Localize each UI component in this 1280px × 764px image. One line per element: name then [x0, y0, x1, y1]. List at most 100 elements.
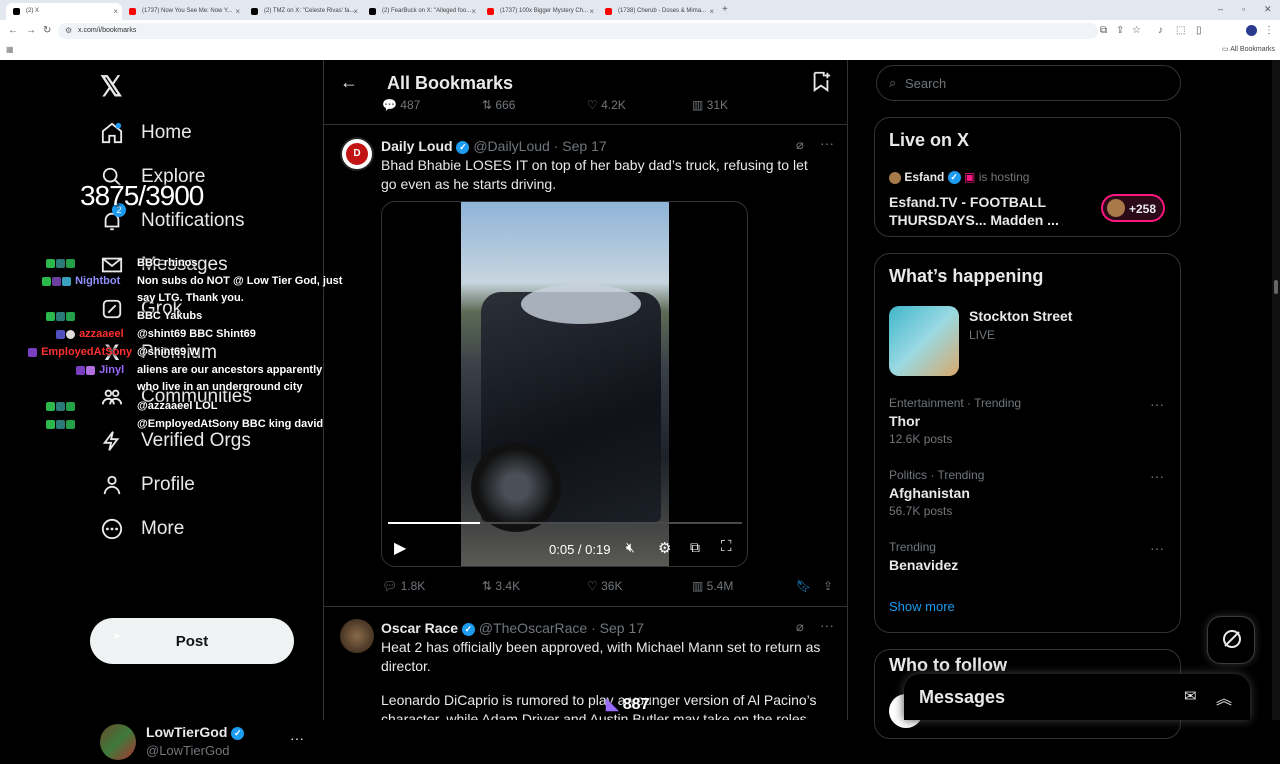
video-player[interactable]: ▶ 0:05 / 0:19 🔇︎ ⚙ ⧉ ⛶	[381, 201, 748, 567]
close-icon[interactable]: ×	[709, 7, 714, 16]
sidepanel-icon[interactable]: ▯	[1196, 25, 1202, 36]
live-event-item[interactable]: Stockton Street LIVE	[889, 306, 1169, 376]
tab-x-tmz[interactable]: (2) TMZ on X: "Celeste Rivas' fa... ×	[244, 3, 362, 20]
settings-gear-icon[interactable]: ⚙	[658, 539, 671, 557]
mute-icon[interactable]: 🔇︎	[626, 539, 635, 556]
nav-explore[interactable]: Explore	[100, 162, 205, 192]
media-icon[interactable]: ♪	[1158, 25, 1163, 36]
account-switcher[interactable]: LowTierGod ✓ @LowTierGod ···	[100, 720, 310, 764]
close-icon[interactable]: ×	[353, 7, 358, 16]
event-thumbnail	[889, 306, 959, 376]
tab-youtube-1[interactable]: (1737) Now You See Me: Now Y... ×	[122, 3, 244, 20]
share-icon[interactable]: ⇪	[823, 579, 833, 593]
reload-icon[interactable]: ↻	[43, 25, 51, 36]
repost-button[interactable]: ⇅ 666	[482, 98, 515, 112]
play-icon[interactable]: ▶	[394, 538, 406, 558]
new-tab-button[interactable]: +	[722, 4, 728, 15]
event-status: LIVE	[969, 328, 996, 342]
expand-up-icon[interactable]: ︽	[1216, 685, 1232, 709]
bell-icon: 2	[100, 203, 126, 233]
views-button[interactable]: ▥ 31K	[692, 98, 728, 112]
bookmark-filled-icon[interactable]: 🔖︎	[796, 579, 811, 593]
live-host-row[interactable]: Esfand ✓ ▣ is hosting	[889, 170, 1029, 185]
minimize-icon[interactable]: –	[1218, 4, 1223, 14]
back-arrow-icon[interactable]: ←	[8, 25, 18, 36]
show-more-link[interactable]: Show more	[889, 599, 955, 614]
x-logo-icon[interactable]: 𝕏	[100, 70, 123, 103]
page-scrollbar[interactable]	[1272, 60, 1280, 720]
nav-notifications[interactable]: 2 Notifications	[100, 203, 245, 236]
close-icon[interactable]: ×	[589, 7, 594, 16]
fullscreen-icon[interactable]: ⛶	[721, 538, 732, 555]
nav-premium[interactable]: X Premium	[100, 338, 217, 368]
grok-icon[interactable]: ⌀	[796, 137, 804, 153]
messages-drawer[interactable]: Messages ✉ ︽	[904, 674, 1250, 720]
more-dots-icon[interactable]: ···	[1150, 396, 1164, 412]
tab-x-fearbuck[interactable]: (2) FearBuck on X: "Alleged foo... ×	[362, 3, 480, 20]
pip-icon[interactable]: ⧉	[690, 539, 700, 556]
window-close-icon[interactable]: ✕	[1264, 4, 1272, 15]
extensions-icon[interactable]: ⬚	[1176, 25, 1185, 36]
nav-more[interactable]: More	[100, 514, 184, 544]
more-dots-icon[interactable]: ···	[1150, 468, 1164, 484]
nav-label: Grok	[141, 298, 183, 319]
nav-verified-orgs[interactable]: Verified Orgs	[100, 426, 251, 456]
profile-avatar[interactable]	[1246, 25, 1257, 36]
trend-item[interactable]: Politics · Trending Afghanistan 56.7K po…	[889, 468, 1169, 523]
bookmark-add-icon[interactable]	[810, 70, 832, 97]
youtube-favicon-icon	[129, 8, 136, 15]
close-icon[interactable]: ×	[113, 7, 118, 16]
tab-x-home[interactable]: (2) X ×	[6, 3, 122, 20]
install-icon[interactable]: ⧉	[1100, 25, 1107, 36]
views-button[interactable]: ▥ 5.4M	[692, 579, 733, 593]
forward-arrow-icon[interactable]: →	[26, 25, 36, 36]
back-arrow-icon[interactable]: ←	[340, 72, 358, 93]
grok-floating-button[interactable]	[1207, 616, 1255, 664]
scrollbar-thumb[interactable]	[1274, 280, 1278, 294]
close-icon[interactable]: ×	[471, 7, 476, 16]
tweet-date[interactable]: · Sep 17	[554, 138, 607, 154]
trend-item[interactable]: Trending Benavidez	[889, 540, 1169, 580]
tweet-header: Oscar Race ✓ @TheOscarRace · Sep 17	[381, 620, 644, 636]
site-info-icon[interactable]: ⚙	[65, 26, 72, 35]
nav-profile[interactable]: Profile	[100, 470, 195, 500]
author-handle[interactable]: @DailyLoud	[473, 138, 549, 154]
author-handle[interactable]: @TheOscarRace	[479, 620, 587, 636]
nav-messages[interactable]: Messages	[100, 250, 228, 280]
more-dots-icon[interactable]: ···	[1150, 540, 1164, 556]
more-dots-icon[interactable]: ···	[290, 730, 304, 746]
grok-icon[interactable]: ⌀	[796, 619, 804, 635]
apps-grid-icon[interactable]: ▦	[6, 45, 14, 54]
tweet-oscar-race[interactable]: Oscar Race ✓ @TheOscarRace · Sep 17 ⌀ ··…	[324, 607, 847, 720]
tweet-date[interactable]: · Sep 17	[591, 620, 644, 636]
trend-item[interactable]: Entertainment · Trending Thor 12.6K post…	[889, 396, 1169, 451]
tweet-daily-loud[interactable]: D Daily Loud ✓ @DailyLoud · Sep 17 ⌀ ···…	[324, 125, 847, 606]
live-show-title[interactable]: Esfand.TV - FOOTBALL THURSDAYS... Madden…	[889, 193, 1069, 229]
tab-youtube-2[interactable]: (1737) 100x Bigger Mystery Ch... ×	[480, 3, 598, 20]
nav-grok[interactable]: Grok	[100, 294, 182, 324]
search-input[interactable]: ⌕ Search	[876, 65, 1181, 101]
reply-button[interactable]: 💬 487	[382, 98, 420, 112]
nav-communities[interactable]: Communities	[100, 382, 252, 412]
repost-button[interactable]: ⇅ 3.4K	[482, 579, 520, 593]
maximize-icon[interactable]: ▫	[1242, 4, 1245, 14]
author-name[interactable]: Oscar Race	[381, 620, 458, 636]
more-dots-icon[interactable]: ···	[820, 617, 834, 633]
like-button[interactable]: ♡ 36K	[587, 579, 622, 593]
new-message-icon[interactable]: ✉	[1184, 687, 1197, 705]
search-placeholder: Search	[905, 76, 947, 91]
bookmarks-folder[interactable]: ▭ All Bookmarks	[1222, 45, 1275, 53]
listener-count-pill[interactable]: +258	[1101, 194, 1165, 222]
more-dots-icon[interactable]: ···	[820, 135, 834, 151]
reply-button[interactable]: 💬︎ 1.8K	[382, 579, 425, 593]
video-progress-track[interactable]	[388, 522, 742, 524]
star-icon[interactable]: ☆	[1132, 25, 1141, 36]
address-bar[interactable]: ⚙ x.com/i/bookmarks	[58, 23, 1098, 39]
close-icon[interactable]: ×	[235, 7, 240, 16]
like-button[interactable]: ♡ 4.2K	[587, 98, 626, 112]
menu-icon[interactable]: ⋮	[1264, 25, 1274, 36]
share-icon[interactable]: ⇪	[1116, 25, 1124, 36]
nav-home[interactable]: Home	[100, 118, 192, 148]
author-name[interactable]: Daily Loud	[381, 138, 453, 154]
tab-youtube-3[interactable]: (1738) Cherub - Doses & Mima... ×	[598, 3, 718, 20]
